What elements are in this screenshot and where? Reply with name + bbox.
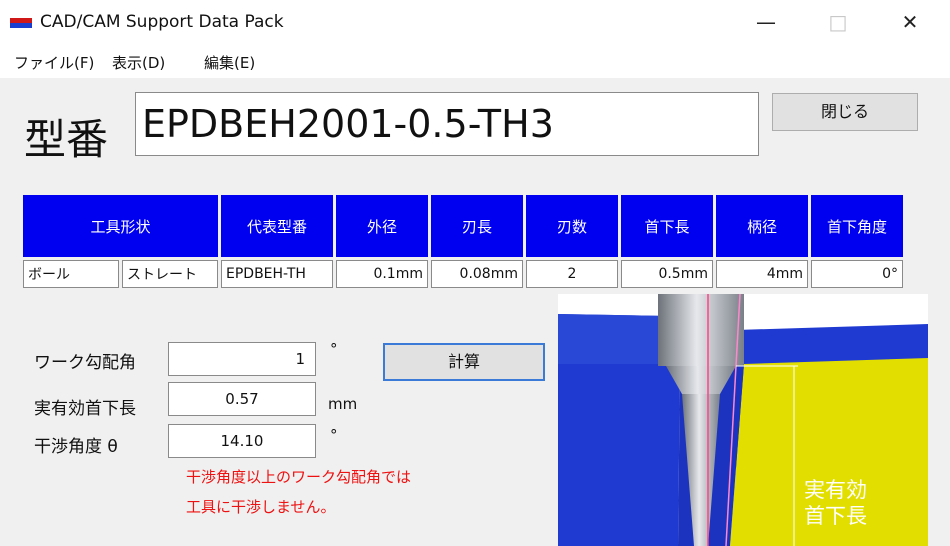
- work-angle-label: ワーク勾配角: [34, 353, 136, 373]
- diagram-graphic: [558, 294, 928, 546]
- menu-bar: ファイル(F) 表示(D) 編集(E): [0, 44, 950, 78]
- window-title: CAD/CAM Support Data Pack: [40, 12, 284, 32]
- interference-angle-label: 干渉角度 θ: [34, 437, 118, 457]
- note-line-1: 干渉角度以上のワーク勾配角では: [186, 468, 412, 486]
- cell-representative-model: EPDBEH-TH: [221, 260, 333, 288]
- cell-flute-length: 0.08mm: [431, 260, 523, 288]
- interference-angle-unit: °: [330, 426, 338, 444]
- menu-view[interactable]: 表示(D): [112, 52, 165, 73]
- interference-angle-field: 14.10: [168, 424, 316, 458]
- header-neck-length: 首下長: [621, 195, 713, 257]
- work-angle-unit: °: [330, 340, 338, 358]
- spec-header-row: 工具形状 代表型番 外径 刃長 刃数 首下長 柄径 首下角度: [23, 195, 903, 257]
- header-representative-model: 代表型番: [221, 195, 333, 257]
- cell-shank-diameter: 4mm: [716, 260, 808, 288]
- close-button[interactable]: 閉じる: [772, 93, 918, 131]
- title-bar: CAD/CAM Support Data Pack — □ ✕: [0, 0, 950, 44]
- header-shank-diameter: 柄径: [716, 195, 808, 257]
- cell-neck-length: 0.5mm: [621, 260, 713, 288]
- header-outer-diameter: 外径: [336, 195, 428, 257]
- spec-table: 工具形状 代表型番 外径 刃長 刃数 首下長 柄径 首下角度 ボール ストレート…: [20, 192, 906, 291]
- diagram-label-line-2: 首下長: [804, 504, 867, 528]
- effective-length-label: 実有効首下長: [34, 399, 136, 419]
- model-number-field[interactable]: EPDBEH2001-0.5-TH3: [135, 92, 759, 156]
- tool-shank: [658, 294, 744, 366]
- note-line-2: 工具に干渉しません。: [186, 498, 336, 516]
- menu-edit[interactable]: 編集(E): [204, 52, 255, 73]
- cell-flute-count: 2: [526, 260, 618, 288]
- effective-length-unit: mm: [328, 395, 358, 413]
- effective-length-field: 0.57: [168, 382, 316, 416]
- maximize-button[interactable]: □: [808, 6, 868, 38]
- calculate-button[interactable]: 計算: [383, 343, 545, 381]
- interference-diagram: 実有効 首下長: [558, 294, 928, 546]
- cell-shape-straight: ストレート: [122, 260, 218, 288]
- header-tool-shape: 工具形状: [23, 195, 218, 257]
- header-flute-count: 刃数: [526, 195, 618, 257]
- cell-outer-diameter: 0.1mm: [336, 260, 428, 288]
- model-label: 型番: [24, 115, 109, 164]
- minimize-button[interactable]: —: [736, 6, 796, 38]
- menu-file[interactable]: ファイル(F): [14, 52, 94, 73]
- header-neck-angle: 首下角度: [811, 195, 903, 257]
- work-angle-input[interactable]: 1: [168, 342, 316, 376]
- spec-data-row: ボール ストレート EPDBEH-TH 0.1mm 0.08mm 2 0.5mm…: [23, 260, 903, 288]
- close-window-button[interactable]: ✕: [880, 6, 940, 38]
- cell-shape-ball: ボール: [23, 260, 119, 288]
- header-flute-length: 刃長: [431, 195, 523, 257]
- app-icon: [10, 18, 32, 28]
- cell-neck-angle: 0°: [811, 260, 903, 288]
